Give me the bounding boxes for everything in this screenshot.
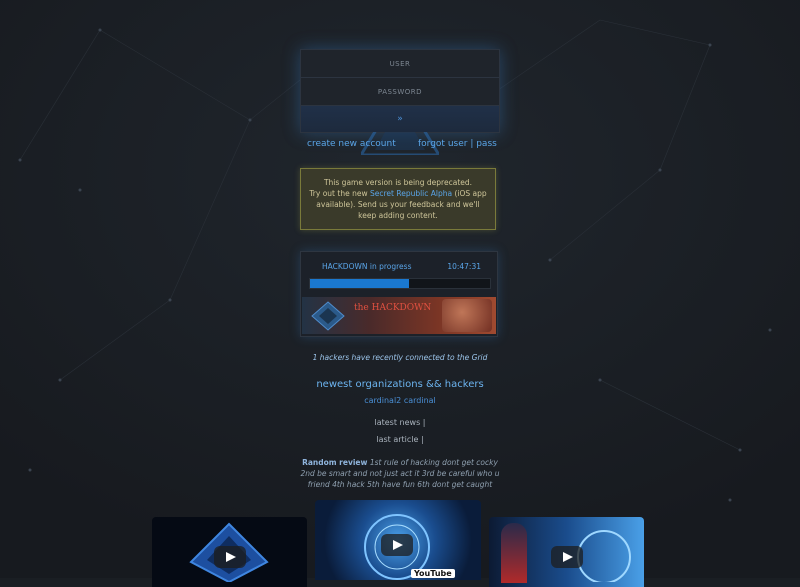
random-review: Random review 1st rule of hacking dont g… — [298, 457, 502, 490]
play-button-icon[interactable] — [551, 546, 583, 568]
create-account-link[interactable]: create new account — [307, 139, 396, 149]
event-progress-fill — [310, 279, 409, 288]
character-art — [501, 523, 527, 583]
hackdown-event-panel[interactable]: HACKDOWN in progress 10:47:31 the HACKDO… — [300, 251, 498, 337]
deprecation-notice: This game version is being deprecated. T… — [300, 168, 496, 230]
login-form: » — [300, 49, 500, 155]
hackdown-emblem-icon — [311, 301, 345, 331]
youtube-logo: YouTube — [411, 569, 455, 578]
latest-news-link[interactable]: latest news | — [0, 418, 800, 427]
username-input[interactable] — [301, 50, 499, 78]
random-review-label: Random review — [302, 458, 368, 467]
event-title: HACKDOWN in progress — [322, 262, 412, 271]
banner-character-art — [442, 299, 492, 332]
last-article-link[interactable]: last article | — [0, 435, 800, 444]
password-input[interactable] — [301, 78, 499, 106]
login-button[interactable]: » — [301, 106, 499, 132]
event-timer: 10:47:31 — [447, 262, 481, 271]
play-button-icon[interactable] — [381, 534, 413, 556]
play-button-icon[interactable] — [214, 546, 246, 568]
video-thumbnail-2[interactable]: YouTube — [315, 500, 481, 580]
forgot-credentials-link[interactable]: forgot user | pass — [418, 139, 497, 149]
newest-heading: newest organizations && hackers — [316, 379, 484, 390]
secret-republic-link[interactable]: Secret Republic Alpha — [370, 189, 452, 198]
video-thumbnail-3[interactable] — [489, 517, 644, 587]
notice-line-2: Try out the new Secret Republic Alpha (i… — [309, 189, 487, 220]
hackdown-banner[interactable]: the HACKDOWN — [302, 297, 496, 334]
event-progress-bar — [309, 278, 491, 289]
newest-hackers-list[interactable]: cardinal2 cardinal — [0, 396, 800, 405]
video-thumbnail-1[interactable] — [152, 517, 307, 587]
banner-title: the HACKDOWN — [354, 303, 432, 313]
connected-hackers-text: 1 hackers have recently connected to the… — [312, 353, 488, 362]
notice-line-1: This game version is being deprecated. — [323, 178, 473, 187]
